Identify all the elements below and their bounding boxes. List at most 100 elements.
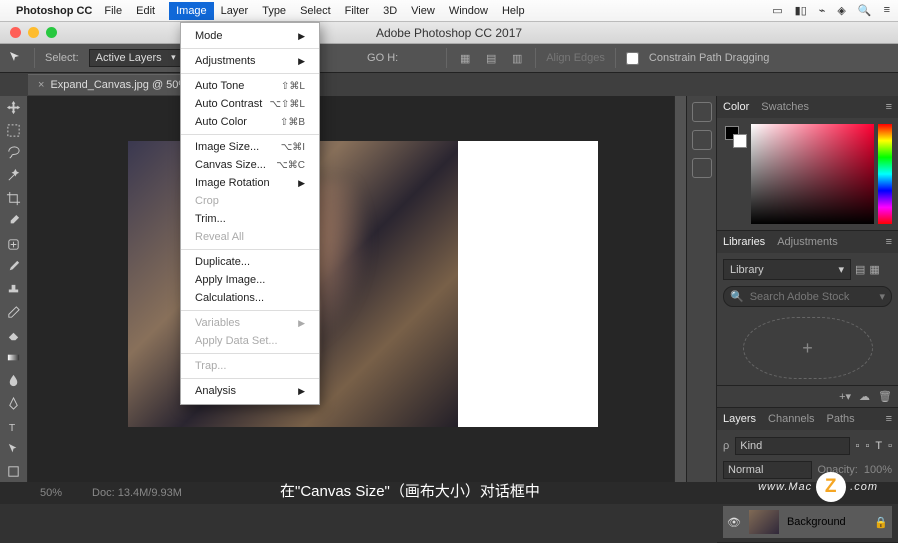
menu-item-mode[interactable]: Mode▶ [181,27,319,45]
menu-help[interactable]: Help [502,5,525,17]
visibility-icon[interactable]: 👁 [727,516,741,529]
close-button[interactable] [10,27,21,38]
gradient-tool[interactable] [3,349,25,368]
shape-tool[interactable] [3,463,25,482]
menu-view[interactable]: View [411,5,435,17]
doc-size[interactable]: Doc: 13.4M/9.93M [92,487,182,499]
menu-item-calculations-[interactable]: Calculations... [181,289,319,307]
display-icon[interactable]: ▭ [772,4,782,17]
layer-kind-filter[interactable]: Kind [735,437,849,455]
app-name[interactable]: Photoshop CC [16,5,92,17]
menu-item-canvas-size-[interactable]: Canvas Size...⌥⌘C [181,156,319,174]
doc-tab-bar: × Expand_Canvas.jpg @ 50% (RGB/ [0,73,898,96]
filter-icon[interactable]: ▫ [865,440,869,452]
heal-tool[interactable] [3,235,25,254]
align-icon-3[interactable]: ▥ [509,50,525,66]
spotlight-icon[interactable]: 🔍 [858,4,872,17]
menu-item-auto-contrast[interactable]: Auto Contrast⌥⇧⌘L [181,95,319,113]
path-select-tool[interactable] [3,440,25,459]
panel-menu-icon[interactable]: ≡ [886,413,892,425]
eyedropper-tool[interactable] [3,212,25,231]
menu-item-auto-tone[interactable]: Auto Tone⇧⌘L [181,77,319,95]
zoom-level[interactable]: 50% [40,487,62,499]
menu-file[interactable]: File [104,5,122,17]
bluetooth-icon[interactable]: ⌁ [819,4,826,17]
tab-paths[interactable]: Paths [827,413,855,425]
collapsed-panel-icon[interactable] [692,102,712,122]
marquee-tool[interactable] [3,121,25,140]
menu-item-image-size-[interactable]: Image Size...⌥⌘I [181,138,319,156]
eraser-tool[interactable] [3,326,25,345]
chevron-down-icon[interactable]: ▾ [879,290,885,303]
tab-swatches[interactable]: Swatches [761,101,809,113]
menu-image[interactable]: Image [169,2,214,20]
filter-icon[interactable]: ▫ [856,440,860,452]
brush-tool[interactable] [3,257,25,276]
minimize-button[interactable] [28,27,39,38]
trash-icon[interactable]: 🗑 [878,390,892,403]
battery-icon[interactable]: ▮▯ [795,4,807,17]
library-dropdown[interactable]: Library [723,259,851,280]
wifi-icon[interactable]: ◈ [837,4,845,17]
menu-icon[interactable]: ≡ [884,4,890,17]
close-tab-icon[interactable]: × [38,79,44,91]
filter-icon[interactable]: T [875,440,882,452]
hue-slider[interactable] [878,124,892,224]
menu-item-image-rotation[interactable]: Image Rotation▶ [181,174,319,192]
menu-item-auto-color[interactable]: Auto Color⇧⌘B [181,113,319,131]
layer-thumb[interactable] [749,510,779,534]
select-dropdown[interactable]: Active Layers [89,49,181,67]
tab-libraries[interactable]: Libraries [723,236,765,248]
menu-edit[interactable]: Edit [136,5,155,17]
lasso-tool[interactable] [3,144,25,163]
layer-row[interactable]: 👁 Background 🔒 [723,506,892,538]
zoom-button[interactable] [46,27,57,38]
layer-name[interactable]: Background [787,516,846,528]
list-view-icon[interactable]: ▤ [855,263,865,276]
type-tool[interactable]: T [3,417,25,436]
stamp-tool[interactable] [3,280,25,299]
constrain-checkbox[interactable] [626,52,639,65]
menu-type[interactable]: Type [262,5,286,17]
menu-item-analysis[interactable]: Analysis▶ [181,382,319,400]
path-selection-icon[interactable] [8,50,24,66]
cloud-icon[interactable]: ☁ [859,390,870,403]
menu-select[interactable]: Select [300,5,331,17]
collapsed-panel-icon[interactable] [692,158,712,178]
library-dropzone[interactable]: + [743,317,873,379]
menu-item-trim-[interactable]: Trim... [181,210,319,228]
color-field[interactable] [751,124,874,224]
menu-item-apply-image-[interactable]: Apply Image... [181,271,319,289]
tab-color[interactable]: Color [723,101,749,113]
tab-channels[interactable]: Channels [768,413,814,425]
grid-view-icon[interactable]: ▦ [869,263,879,276]
menu-item-duplicate-[interactable]: Duplicate... [181,253,319,271]
menu-window[interactable]: Window [449,5,488,17]
menu-layer[interactable]: Layer [221,5,249,17]
add-icon[interactable]: +▾ [839,390,851,403]
align-icon-1[interactable]: ▦ [457,50,473,66]
tab-layers[interactable]: Layers [723,413,756,425]
panel-menu-icon[interactable]: ≡ [886,236,892,248]
blur-tool[interactable] [3,371,25,390]
panel-menu-icon[interactable]: ≡ [886,101,892,113]
pen-tool[interactable] [3,394,25,413]
libraries-panel: Libraries Adjustments ≡ Library ▤ ▦ 🔍 Se… [717,231,898,408]
filter-icon[interactable]: ▫ [888,440,892,452]
wand-tool[interactable] [3,166,25,185]
menu-3d[interactable]: 3D [383,5,397,17]
menu-filter[interactable]: Filter [345,5,369,17]
menu-item-adjustments[interactable]: Adjustments▶ [181,52,319,70]
collapsed-panel-icon[interactable] [692,130,712,150]
panel-strip[interactable] [674,96,686,504]
tab-adjustments[interactable]: Adjustments [777,236,838,248]
extended-canvas [458,141,598,427]
move-tool[interactable] [3,98,25,117]
canvas-area[interactable] [28,96,674,504]
lock-icon[interactable]: 🔒 [874,516,888,529]
history-brush-tool[interactable] [3,303,25,322]
align-icon-2[interactable]: ▤ [483,50,499,66]
stock-search[interactable]: 🔍 Search Adobe Stock ▾ [723,286,892,307]
fg-bg-swatch[interactable] [723,124,747,224]
crop-tool[interactable] [3,189,25,208]
